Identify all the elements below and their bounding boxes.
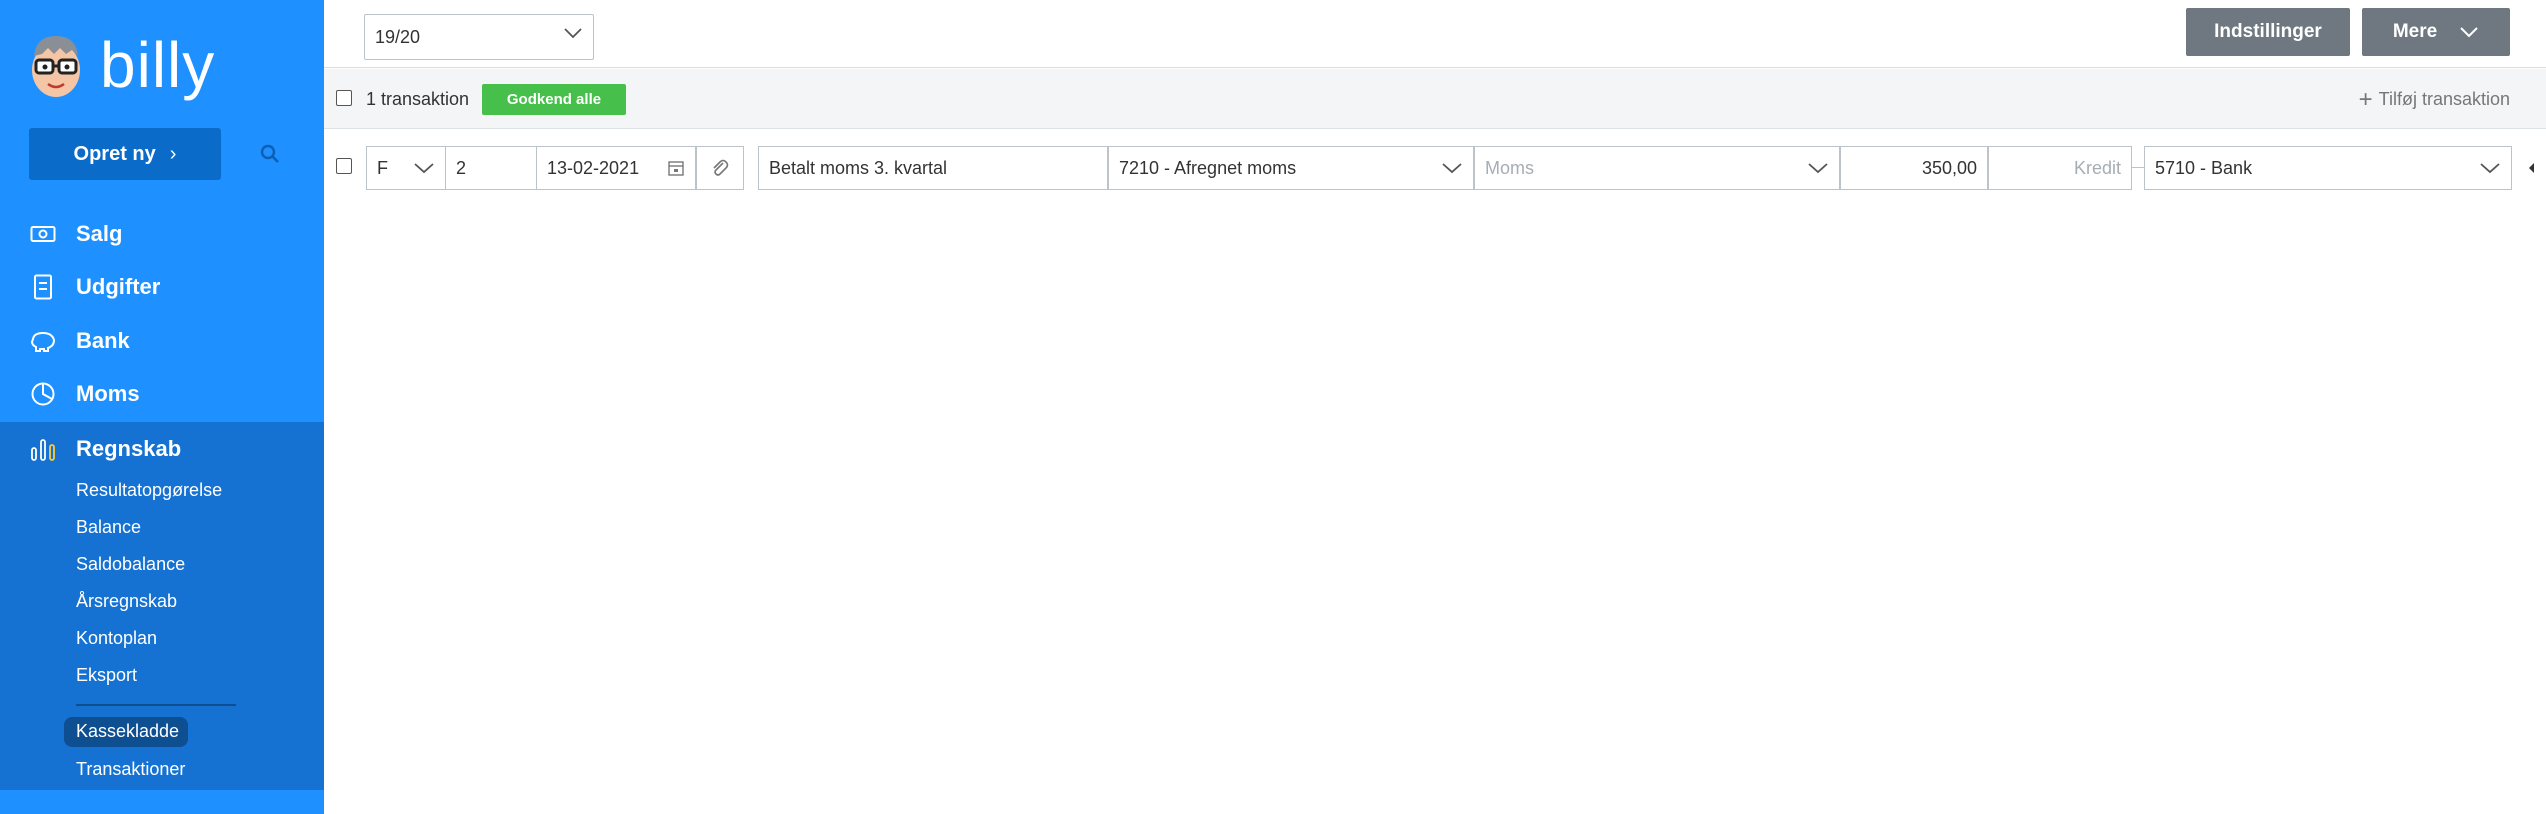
- nav-item-udgifter[interactable]: Udgifter: [0, 260, 324, 314]
- logo-text: billy: [100, 29, 216, 101]
- fiscal-year-select[interactable]: 19/20: [364, 14, 594, 60]
- submenu-divider: [76, 704, 236, 706]
- submenu-kassekladde[interactable]: Kassekladde: [76, 721, 179, 742]
- description-field[interactable]: Betalt moms 3. kvartal: [758, 146, 1108, 190]
- nav-label-salg: Salg: [76, 221, 123, 246]
- description-value: Betalt moms 3. kvartal: [769, 157, 948, 178]
- create-new-label: Opret ny: [73, 142, 156, 165]
- search-icon[interactable]: [258, 142, 282, 166]
- pie-chart-icon: [28, 379, 58, 409]
- entry-date-value: 13-02-2021: [547, 157, 640, 178]
- billy-mascot-icon: [32, 36, 80, 97]
- entry-number-value: 2: [456, 157, 467, 178]
- top-bar: 19/20 Indstillinger Mere: [324, 0, 2546, 68]
- chevron-down-icon: [1442, 163, 1462, 174]
- settings-button[interactable]: Indstillinger: [2186, 8, 2350, 56]
- submenu-saldobalance[interactable]: Saldobalance: [76, 554, 185, 575]
- add-transaction-button[interactable]: + Tilføj transaktion: [2358, 85, 2510, 113]
- contra-account-select[interactable]: 5710 - Bank: [2144, 146, 2512, 190]
- submenu-resultatopgorelse[interactable]: Resultatopgørelse: [76, 480, 222, 501]
- sidebar: billy Opret ny › Salg Udgifter Bank Moms…: [0, 0, 324, 814]
- nav-label-bank: Bank: [76, 328, 130, 353]
- add-transaction-label: Tilføj transaktion: [2378, 89, 2510, 109]
- paperclip-icon: [713, 159, 729, 176]
- chevron-down-icon: [564, 28, 582, 39]
- app-root: billy Opret ny › Salg Udgifter Bank Moms…: [0, 0, 2546, 814]
- chevron-down-icon: [1808, 163, 1828, 174]
- contra-account-value: 5710 - Bank: [2155, 157, 2253, 178]
- vat-placeholder: Moms: [1485, 157, 1534, 178]
- calendar-icon[interactable]: [667, 159, 685, 177]
- nav-label-moms: Moms: [76, 381, 140, 406]
- billy-logo[interactable]: billy: [26, 30, 215, 100]
- fiscal-year-value: 19/20: [375, 27, 421, 47]
- account-select[interactable]: 7210 - Afregnet moms: [1108, 146, 1474, 190]
- chevron-down-icon: [2480, 163, 2500, 174]
- piggy-bank-icon: [28, 326, 58, 356]
- row-checkbox[interactable]: [336, 158, 352, 174]
- submenu-eksport[interactable]: Eksport: [76, 665, 137, 686]
- vat-select[interactable]: Moms: [1474, 146, 1840, 190]
- entry-date-field[interactable]: 13-02-2021: [536, 146, 696, 190]
- nav-item-moms[interactable]: Moms: [0, 367, 324, 421]
- debit-value: 350,00: [1921, 157, 1977, 178]
- credit-placeholder: Kredit: [2073, 157, 2121, 178]
- credit-field[interactable]: Kredit: [1988, 146, 2132, 190]
- plus-icon: +: [2358, 85, 2373, 113]
- chevron-right-icon: ›: [169, 142, 177, 165]
- nav-label-regnskab: Regnskab: [76, 436, 182, 461]
- entry-number-field[interactable]: 2: [445, 146, 537, 190]
- transaction-count: 1 transaktion: [366, 89, 470, 109]
- submenu-kontoplan[interactable]: Kontoplan: [76, 628, 157, 649]
- chevron-down-icon: [2460, 27, 2478, 38]
- field-connector: [2132, 167, 2144, 168]
- nav-item-regnskab[interactable]: Regnskab: [0, 422, 324, 476]
- nav-label-udgifter: Udgifter: [76, 274, 161, 299]
- sidebar-bottom: [0, 790, 324, 814]
- settings-label: Indstillinger: [2214, 21, 2322, 42]
- submenu-transaktioner[interactable]: Transaktioner: [76, 759, 185, 780]
- approve-all-label: Godkend alle: [506, 91, 602, 108]
- entry-type-select[interactable]: F: [366, 146, 446, 190]
- chevron-down-icon: [414, 163, 434, 174]
- approve-all-button[interactable]: Godkend alle: [482, 84, 626, 115]
- debit-field[interactable]: 350,00: [1840, 146, 1988, 190]
- submenu-balance[interactable]: Balance: [76, 517, 141, 538]
- receipt-icon: [28, 272, 58, 302]
- more-label: Mere: [2392, 21, 2438, 42]
- submenu-arsregnskab[interactable]: Årsregnskab: [76, 591, 177, 612]
- nav-item-bank[interactable]: Bank: [0, 314, 324, 368]
- transactions-toolbar: 1 transaktion Godkend alle + Tilføj tran…: [324, 69, 2546, 129]
- money-bill-icon: [28, 219, 58, 249]
- entry-type-value: F: [377, 157, 388, 178]
- create-new-button[interactable]: Opret ny ›: [29, 128, 221, 180]
- nav-item-salg[interactable]: Salg: [0, 207, 324, 261]
- more-button[interactable]: Mere: [2362, 8, 2510, 56]
- select-all-checkbox[interactable]: [336, 90, 352, 106]
- account-value: 7210 - Afregnet moms: [1119, 157, 1297, 178]
- caret-left-icon[interactable]: [2526, 161, 2536, 175]
- attachment-button[interactable]: [696, 146, 744, 190]
- bar-chart-icon: [28, 434, 58, 464]
